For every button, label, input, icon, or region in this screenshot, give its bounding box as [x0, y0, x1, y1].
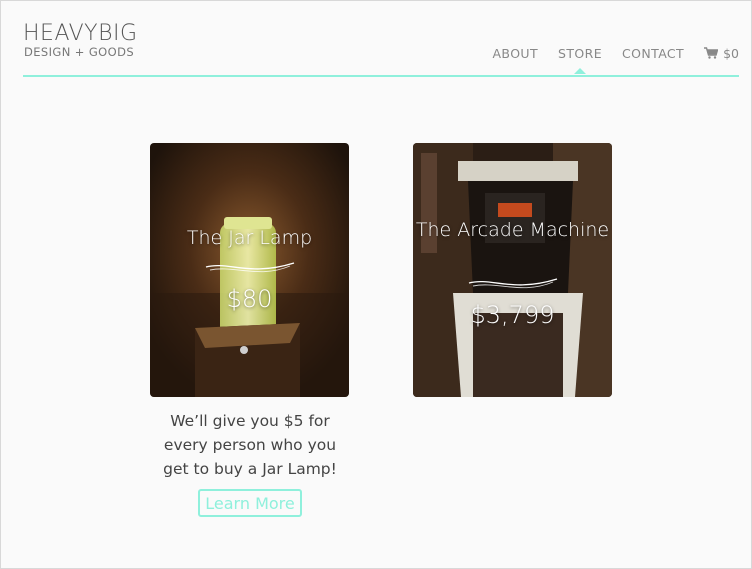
product-price: $80 — [226, 285, 273, 313]
nav-store[interactable]: STORE — [558, 46, 602, 61]
learn-more-button[interactable]: Learn More — [198, 489, 302, 517]
cart-total: $0 — [723, 45, 739, 61]
product-card-arcade-machine[interactable]: The Arcade Machine $3,799 — [413, 143, 612, 397]
arcade-machine-photo — [413, 143, 612, 397]
product-card-jar-lamp[interactable]: The Jar Lamp $80 — [150, 143, 349, 397]
product-price: $3,799 — [470, 301, 555, 329]
divider-swoosh-icon — [468, 278, 557, 289]
product-title: The Jar Lamp — [186, 227, 313, 249]
cart-button[interactable]: $0 — [704, 46, 739, 61]
nav-about[interactable]: ABOUT — [492, 46, 538, 61]
product-title: The Arcade Machine — [415, 219, 610, 241]
main-nav: ABOUT STORE CONTACT $0 — [472, 43, 739, 63]
brand-tagline: DESIGN + GOODS — [24, 45, 135, 59]
nav-contact[interactable]: CONTACT — [622, 46, 684, 61]
divider-swoosh-icon — [205, 262, 294, 273]
cart-icon — [704, 47, 719, 59]
site-header: HEAVYBIG DESIGN + GOODS ABOUT STORE CONT… — [23, 1, 739, 77]
brand-name[interactable]: HEAVYBIG — [23, 21, 138, 46]
referral-promo-text: We’ll give you $5 for every person who y… — [163, 412, 337, 478]
